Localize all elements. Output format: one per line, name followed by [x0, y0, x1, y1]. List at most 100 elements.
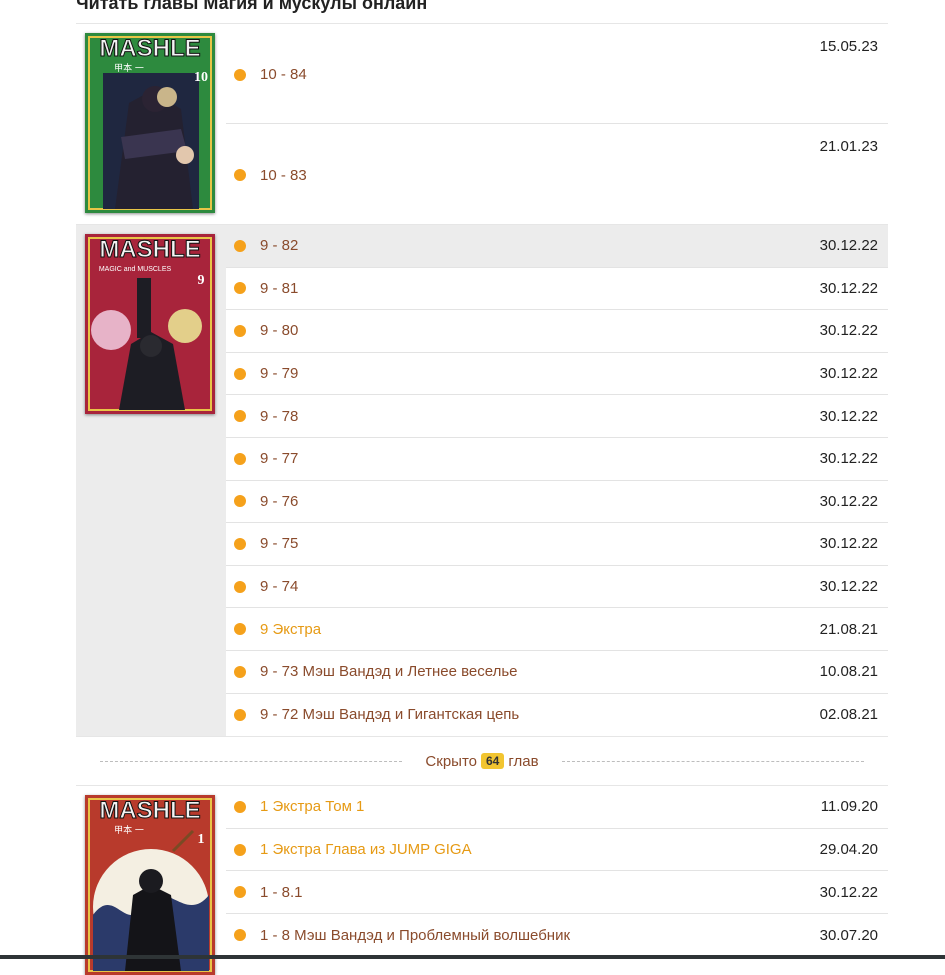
chapter-link[interactable]: 9 - 73 Мэш Вандэд и Летнее веселье: [260, 663, 820, 680]
status-dot-icon: [234, 239, 246, 252]
chapter-row[interactable]: 9 - 76 30.12.22: [226, 480, 888, 524]
chapter-row[interactable]: 9 - 74 30.12.22: [226, 565, 888, 609]
chapter-row[interactable]: 1 Экстра Том 1 11.09.20: [226, 786, 888, 829]
chapter-link[interactable]: 9 - 82: [260, 237, 820, 254]
hidden-chapters-toggle[interactable]: Скрыто 64 глав: [76, 737, 888, 787]
chapter-date: 15.05.23: [819, 38, 878, 55]
chapter-rows: 1 Экстра Том 1 11.09.20 1 Экстра Глава и…: [226, 786, 888, 957]
status-dot-icon: [234, 169, 246, 181]
chapter-date: 30.12.22: [819, 535, 878, 553]
chapter-date: 30.12.22: [819, 578, 878, 596]
chapter-list: MASHLE 甲本 一 10 10 - 84 15.05.23 10 - 83: [76, 23, 888, 975]
chapter-date: 30.12.22: [819, 322, 878, 340]
status-dot-icon: [234, 537, 246, 550]
chapter-date: 21.01.23: [819, 138, 878, 155]
cover-volume-number: 10: [194, 70, 208, 85]
status-dot-icon: [234, 580, 246, 593]
status-dot-icon: [234, 68, 246, 81]
chapter-date: 29.04.20: [819, 841, 878, 859]
cover-column: MASHLE MAGIC and MUSCLES 9: [76, 225, 226, 736]
chapter-row[interactable]: 9 - 82 30.12.22: [226, 225, 888, 268]
chapter-link[interactable]: 9 - 81: [260, 280, 820, 297]
status-dot-icon: [234, 282, 246, 295]
volume-cover[interactable]: MASHLE 甲本 一 1: [85, 795, 215, 975]
chapter-date: 21.08.21: [819, 620, 878, 638]
chapter-date: 30.12.22: [819, 407, 878, 425]
chapter-row[interactable]: 9 Экстра 21.08.21: [226, 608, 888, 651]
chapter-date: 02.08.21: [819, 706, 878, 724]
status-dot-icon: [234, 410, 246, 423]
chapter-link[interactable]: 9 - 72 Мэш Вандэд и Гигантская цепь: [260, 706, 820, 723]
volume-cover[interactable]: MASHLE MAGIC and MUSCLES 9: [85, 234, 215, 414]
cover-volume-number: 9: [198, 273, 205, 288]
chapter-link[interactable]: 9 - 79: [260, 365, 820, 382]
dashed-divider: [100, 761, 402, 763]
chapter-date: 11.09.20: [820, 798, 878, 816]
cover-logo: MASHLE: [99, 797, 200, 824]
volume-block: MASHLE MAGIC and MUSCLES 9 9 - 82 30.12.…: [76, 225, 888, 738]
chapter-row[interactable]: 1 - 8 Мэш Вандэд и Проблемный волшебник …: [226, 913, 888, 957]
chapter-link[interactable]: 9 - 74: [260, 578, 820, 595]
hidden-suffix: глав: [508, 752, 539, 770]
cover-author: 甲本 一: [114, 62, 144, 74]
status-dot-icon: [234, 800, 246, 813]
chapter-row[interactable]: 1 - 8.1 30.12.22: [226, 871, 888, 914]
cover-column: MASHLE 甲本 一 10: [76, 24, 226, 224]
volume-block: MASHLE 甲本 一 1 1 Экстра Том 1 11.09.20 1 …: [76, 786, 888, 975]
chapter-row[interactable]: 9 - 77 30.12.22: [226, 437, 888, 481]
cover-logo: MASHLE: [99, 35, 200, 62]
chapter-date: 30.12.22: [819, 237, 878, 255]
chapter-date: 30.12.22: [819, 883, 878, 901]
cover-subtitle: MAGIC and MUSCLES: [99, 266, 172, 273]
status-dot-icon: [234, 886, 246, 899]
dashed-divider: [562, 761, 864, 763]
chapter-link[interactable]: 1 - 8.1: [260, 884, 820, 901]
cover-logo: MASHLE: [99, 236, 200, 263]
bottom-scroll-edge: [0, 955, 945, 959]
cover-author: 甲本 一: [114, 824, 144, 836]
chapter-date: 30.12.22: [819, 279, 878, 297]
chapter-link[interactable]: 9 Экстра: [260, 621, 820, 638]
volume-block: MASHLE 甲本 一 10 10 - 84 15.05.23 10 - 83: [76, 24, 888, 225]
hidden-count-badge: 64: [480, 753, 505, 770]
chapter-link[interactable]: 1 - 8 Мэш Вандэд и Проблемный волшебник: [260, 927, 820, 944]
status-dot-icon: [234, 665, 246, 678]
chapter-link[interactable]: 1 Экстра Глава из JUMP GIGA: [260, 841, 820, 858]
chapter-row[interactable]: 9 - 72 Мэш Вандэд и Гигантская цепь 02.0…: [226, 693, 888, 737]
chapter-row[interactable]: 10 - 83 21.01.23: [226, 124, 888, 224]
chapter-link[interactable]: 9 - 78: [260, 408, 820, 425]
chapter-link[interactable]: 9 - 80: [260, 322, 820, 339]
status-dot-icon: [234, 367, 246, 380]
chapter-row[interactable]: 9 - 81 30.12.22: [226, 267, 888, 311]
chapter-link[interactable]: 1 Экстра Том 1: [260, 798, 821, 815]
chapter-date: 30.12.22: [819, 492, 878, 510]
status-dot-icon: [234, 708, 246, 721]
chapter-row[interactable]: 9 - 79 30.12.22: [226, 352, 888, 396]
chapter-row[interactable]: 9 - 78 30.12.22: [226, 395, 888, 438]
chapter-link[interactable]: 9 - 76: [260, 493, 820, 510]
chapter-rows: 9 - 82 30.12.22 9 - 81 30.12.22 9 - 80 3…: [226, 225, 888, 737]
chapter-date: 10.08.21: [819, 663, 878, 681]
chapter-row[interactable]: 1 Экстра Глава из JUMP GIGA 29.04.20: [226, 828, 888, 872]
chapter-row[interactable]: 9 - 80 30.12.22: [226, 310, 888, 353]
status-dot-icon: [234, 843, 246, 856]
chapter-date: 30.12.22: [819, 365, 878, 383]
chapter-row[interactable]: 9 - 73 Мэш Вандэд и Летнее веселье 10.08…: [226, 650, 888, 694]
chapter-link[interactable]: 10 - 83: [260, 167, 307, 184]
cover-column: MASHLE 甲本 一 1: [76, 786, 226, 975]
chapter-date: 30.07.20: [819, 926, 878, 944]
chapter-row[interactable]: 10 - 84 15.05.23: [226, 24, 888, 124]
chapter-row[interactable]: 9 - 75 30.12.22: [226, 523, 888, 566]
cover-volume-number: 1: [198, 832, 205, 847]
hidden-prefix: Скрыто: [425, 752, 477, 770]
chapter-link[interactable]: 9 - 75: [260, 535, 820, 552]
hidden-chapters-label[interactable]: Скрыто 64 глав: [417, 752, 547, 770]
chapter-date: 30.12.22: [819, 450, 878, 468]
page-title: Читать главы Магия и мускулы онлайн: [76, 0, 428, 13]
status-dot-icon: [234, 495, 246, 508]
chapter-link[interactable]: 10 - 84: [260, 66, 307, 83]
status-dot-icon: [234, 623, 246, 636]
status-dot-icon: [234, 929, 246, 942]
volume-cover[interactable]: MASHLE 甲本 一 10: [85, 33, 215, 213]
chapter-link[interactable]: 9 - 77: [260, 450, 820, 467]
